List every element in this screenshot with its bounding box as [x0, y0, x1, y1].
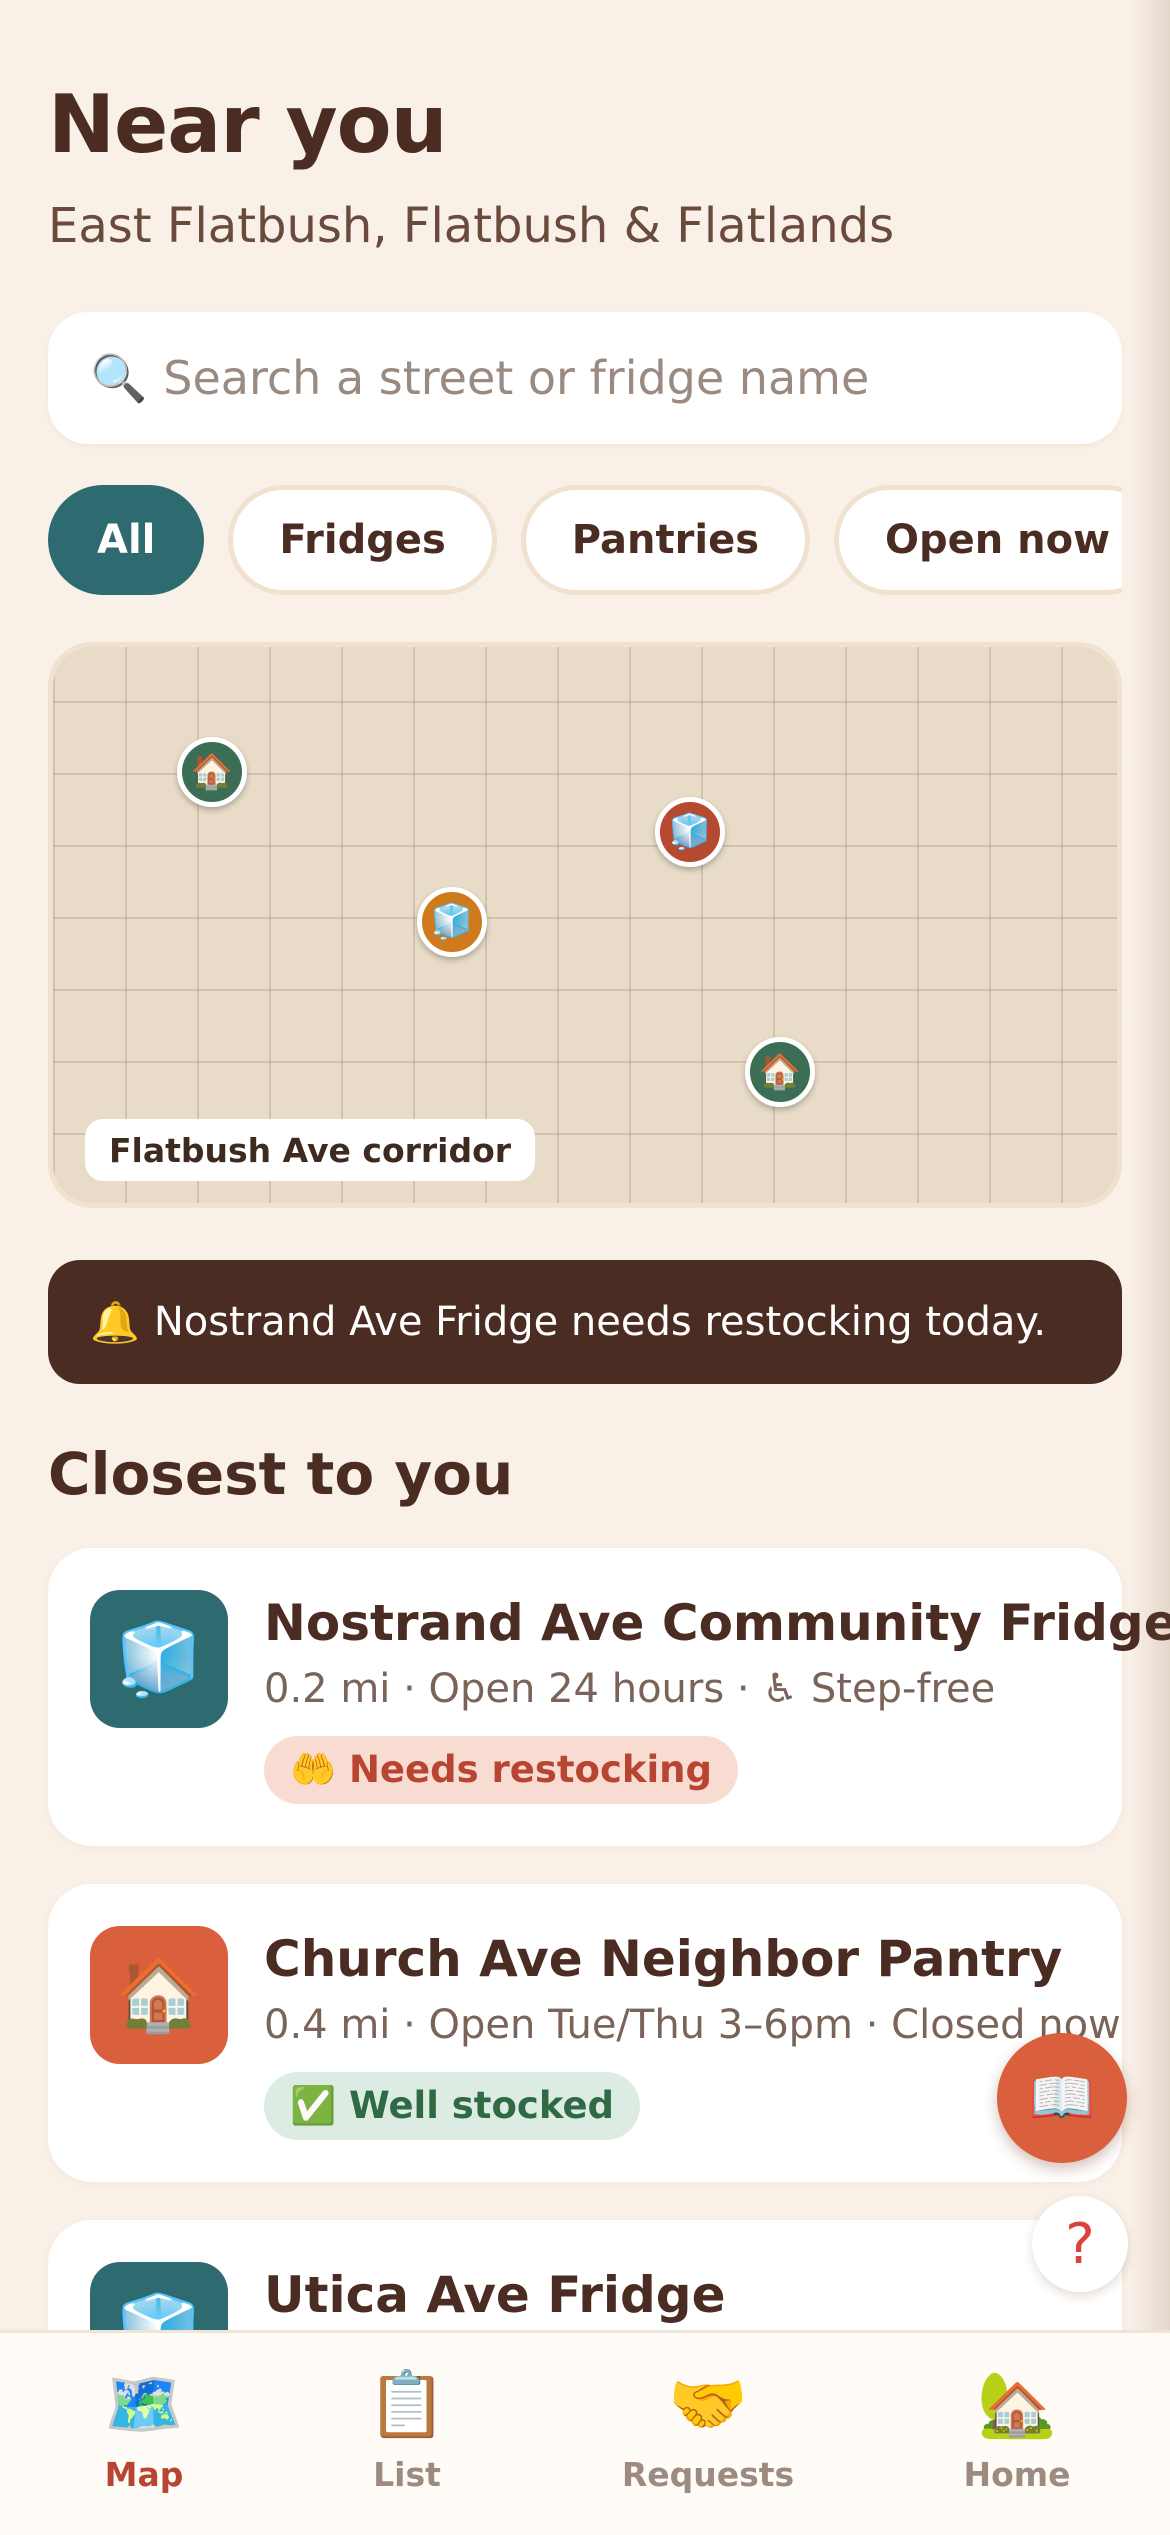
- bottom-tab-bar: 🗺️ Map 📋 List 🤝 Requests 🏡 Home: [0, 2330, 1170, 2535]
- filter-chip-pantries[interactable]: Pantries: [520, 485, 811, 595]
- map-icon: 🗺️: [104, 2368, 184, 2442]
- magnifier-icon: 🔍: [90, 350, 148, 405]
- map-pin-fridge[interactable]: 🧊: [417, 887, 487, 957]
- search-input[interactable]: [161, 350, 1122, 406]
- clipboard-icon: 📋: [367, 2368, 447, 2442]
- page-title: Near you: [48, 78, 448, 171]
- location-subtitle: East Flatbush, Flatbush & Flatlands: [48, 198, 895, 254]
- tab-label: List: [373, 2455, 441, 2494]
- fridge-icon: 🧊: [90, 1590, 228, 1728]
- location-name: Nostrand Ave Community Fridge: [264, 1594, 1170, 1652]
- filter-chip-open-now[interactable]: Open now: [834, 485, 1122, 595]
- location-card[interactable]: 🏠 Church Ave Neighbor Pantry 0.4 mi · Op…: [48, 1884, 1122, 2182]
- tab-map[interactable]: 🗺️ Map: [54, 2333, 234, 2535]
- guide-book-button[interactable]: 📖: [997, 2033, 1127, 2163]
- tab-label: Requests: [621, 2455, 795, 2494]
- tab-label: Map: [104, 2455, 184, 2494]
- alert-text: Nostrand Ave Fridge needs restocking tod…: [153, 1299, 1047, 1345]
- map-pin-pantry[interactable]: 🏠: [177, 737, 247, 807]
- tab-home[interactable]: 🏡 Home: [927, 2333, 1107, 2535]
- section-title: Closest to you: [48, 1440, 514, 1508]
- help-button[interactable]: ?: [1032, 2196, 1128, 2292]
- home-icon: 🏡: [977, 2368, 1057, 2442]
- filter-chip-all[interactable]: All: [48, 485, 205, 595]
- map-view[interactable]: 🏠 🧊 🧊 🏠 Flatbush Ave corridor: [48, 642, 1122, 1208]
- handshake-icon: 🤝: [668, 2368, 748, 2442]
- map-pin-fridge[interactable]: 🧊: [655, 797, 725, 867]
- tab-label: Home: [963, 2455, 1071, 2494]
- location-name: Utica Ave Fridge: [264, 2266, 726, 2324]
- location-name: Church Ave Neighbor Pantry: [264, 1930, 1063, 1988]
- house-icon: 🏠: [90, 1926, 228, 2064]
- filter-chips: All Fridges Pantries Open now: [48, 485, 1122, 595]
- tab-requests[interactable]: 🤝 Requests: [618, 2333, 798, 2535]
- status-badge: ✅ Well stocked: [264, 2072, 641, 2140]
- tab-list[interactable]: 📋 List: [317, 2333, 497, 2535]
- bell-icon: 🔔: [90, 1299, 140, 1346]
- status-badge: 🤲 Needs restocking: [264, 1736, 739, 1804]
- location-meta: 0.4 mi · Open Tue/Thu 3–6pm · Closed now: [264, 2002, 1121, 2048]
- map-pin-pantry[interactable]: 🏠: [745, 1037, 815, 1107]
- restock-alert-banner[interactable]: 🔔 Nostrand Ave Fridge needs restocking t…: [48, 1260, 1122, 1384]
- map-area-label: Flatbush Ave corridor: [85, 1119, 536, 1181]
- location-meta: 0.2 mi · Open 24 hours · ♿ Step-free: [264, 1666, 996, 1712]
- search-bar[interactable]: 🔍: [48, 312, 1122, 444]
- screen-edge-shadow: [1130, 0, 1170, 2532]
- location-card[interactable]: 🧊 Nostrand Ave Community Fridge 0.2 mi ·…: [48, 1548, 1170, 1846]
- filter-chip-fridges[interactable]: Fridges: [228, 485, 497, 595]
